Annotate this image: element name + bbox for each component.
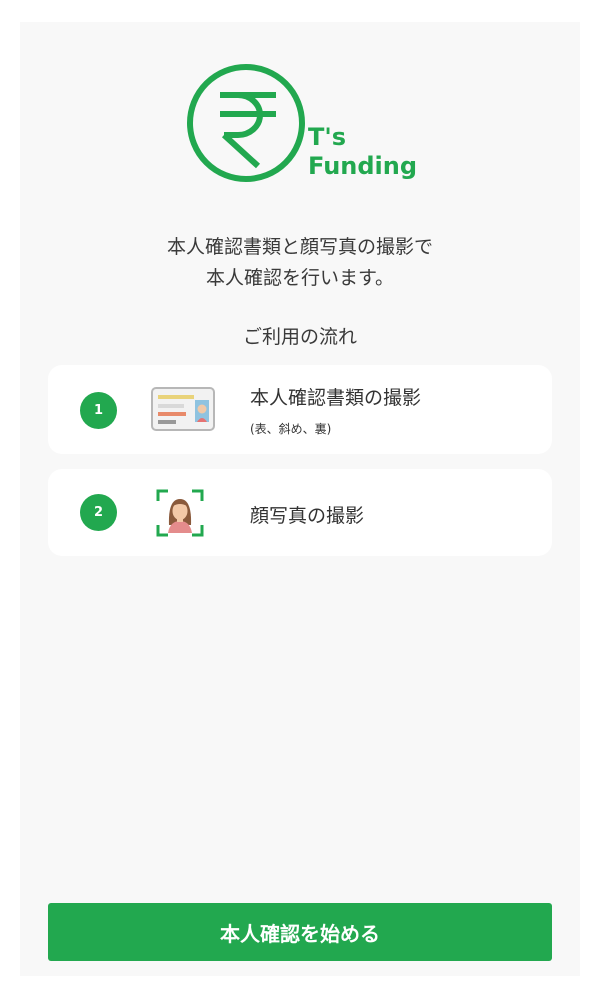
intro-line1: 本人確認書類と顔写真の撮影で: [166, 236, 433, 258]
step-number-badge: 2: [80, 494, 117, 531]
intro-text: 本人確認書類と顔写真の撮影で 本人確認を行います。: [20, 232, 580, 294]
screen: T's Funding 本人確認書類と顔写真の撮影で 本人確認を行います。 ご利…: [20, 22, 580, 976]
step-card-document: 1 本人確認書類の撮影 (表、斜め、裏): [48, 365, 552, 454]
id-card-icon: [151, 387, 215, 435]
rupee-circle-icon: [187, 64, 305, 182]
step-label-face: 顔写真の撮影: [250, 505, 365, 527]
intro-line2: 本人確認を行います。: [205, 267, 395, 289]
step-label-document: 本人確認書類の撮影: [250, 387, 422, 409]
flow-title: ご利用の流れ: [242, 326, 357, 348]
face-capture-icon: [156, 489, 204, 541]
brand-name-line2: Funding: [308, 152, 418, 180]
step-sublabel-document: (表、斜め、裏): [250, 422, 332, 436]
brand-name-line1: T's: [308, 123, 347, 151]
step-card-face: 2 顔写真の撮影: [48, 469, 552, 556]
brand-logo: T's Funding: [186, 62, 418, 192]
start-verification-button[interactable]: 本人確認を始める: [48, 903, 552, 961]
step-number-badge: 1: [80, 392, 117, 429]
